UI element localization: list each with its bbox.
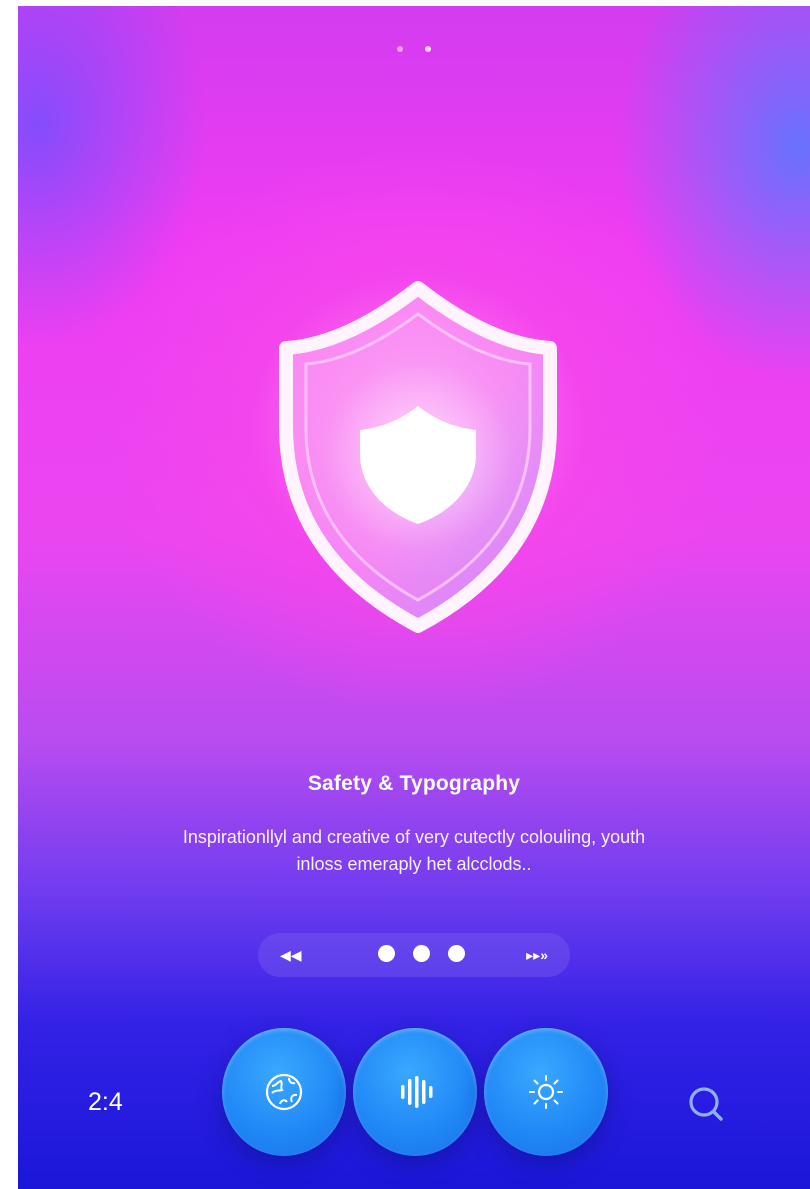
soundwave-icon xyxy=(401,1076,433,1108)
globe-icon xyxy=(265,1073,303,1111)
fast-forward-icon[interactable]: ▸▸» xyxy=(526,933,548,977)
rewind-icon[interactable]: ◀◀ xyxy=(280,933,302,977)
settings-button[interactable] xyxy=(484,1028,608,1156)
globe-button[interactable] xyxy=(222,1028,346,1156)
page-dot[interactable] xyxy=(397,46,403,52)
soundwave-button[interactable] xyxy=(353,1028,477,1156)
onboarding-screen: Safety & Typography Inspirationllyl and … xyxy=(18,6,810,1189)
onboarding-pager: ◀◀ ▸▸» xyxy=(258,933,570,977)
page-dot-active[interactable] xyxy=(425,46,431,52)
top-page-indicator xyxy=(18,46,810,52)
time-label: 2:4 xyxy=(88,1088,123,1116)
shield-illustration xyxy=(268,276,568,646)
shield-icon xyxy=(279,281,557,633)
onboarding-title: Safety & Typography xyxy=(307,772,521,795)
pager-dots xyxy=(378,945,465,962)
search-icon[interactable] xyxy=(684,1082,728,1126)
pager-dot[interactable] xyxy=(448,945,465,962)
pager-dot[interactable] xyxy=(378,945,395,962)
settings-sun-icon xyxy=(529,1075,563,1109)
pager-dot[interactable] xyxy=(413,945,430,962)
onboarding-description: Inspirationllyl and creative of very cut… xyxy=(182,827,646,874)
